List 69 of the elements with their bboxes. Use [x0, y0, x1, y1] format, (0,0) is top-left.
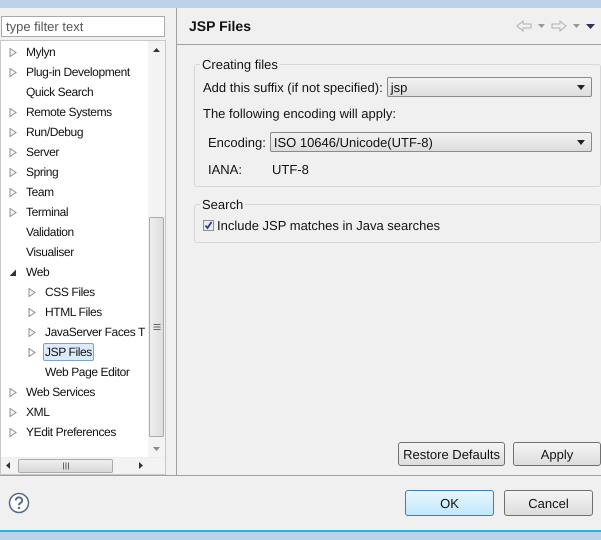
expand-arrow-icon[interactable]	[9, 108, 17, 116]
scroll-up-icon[interactable]	[153, 48, 160, 52]
filter-field[interactable]: type filter text	[1, 16, 165, 37]
scroll-left-icon[interactable]	[6, 462, 10, 469]
expand-arrow-icon[interactable]	[28, 328, 36, 336]
tree-item[interactable]: Spring	[24, 163, 60, 181]
grip-icon	[62, 462, 69, 470]
expand-arrow-icon[interactable]	[9, 188, 17, 196]
tree-item[interactable]: Web Services	[24, 383, 98, 401]
scroll-right-icon[interactable]	[139, 462, 143, 469]
tree-item[interactable]: XML	[24, 403, 52, 421]
dropdown-arrow-icon	[577, 84, 585, 90]
menu-arrow-icon[interactable]	[586, 24, 595, 28]
encoding-dropdown[interactable]: ISO 10646/Unicode(UTF-8)	[270, 132, 592, 152]
tree-item[interactable]: Remote Systems	[24, 103, 114, 121]
tree-item[interactable]: Run/Debug	[24, 123, 86, 141]
collapse-arrow-icon[interactable]	[9, 268, 17, 276]
horizontal-scrollbar[interactable]	[1, 457, 165, 474]
tree-item[interactable]: YEdit Preferences	[24, 423, 118, 441]
tree-item[interactable]: CSS Files	[43, 283, 97, 301]
expand-arrow-icon[interactable]	[28, 308, 36, 316]
expand-arrow-icon[interactable]	[9, 148, 17, 156]
expand-arrow-icon[interactable]	[9, 68, 17, 76]
group-title: Creating files	[201, 57, 279, 72]
tree-item[interactable]: Web Page Editor	[43, 363, 132, 381]
tree-item[interactable]: JavaServer Faces T	[43, 323, 147, 341]
dropdown-arrow-icon[interactable]	[538, 24, 545, 28]
tree-item[interactable]: Team	[24, 183, 56, 201]
expand-arrow-icon[interactable]	[9, 388, 17, 396]
group-title: Search	[201, 197, 244, 212]
vertical-scrollbar[interactable]	[148, 41, 165, 457]
encoding-note: The following encoding will apply:	[203, 106, 396, 120]
apply-button[interactable]: Apply	[513, 442, 601, 466]
iana-value: UTF-8	[272, 162, 309, 176]
suffix-dropdown[interactable]: jsp	[386, 77, 592, 97]
forward-arrow-icon[interactable]	[551, 20, 567, 32]
cancel-button[interactable]: Cancel	[504, 490, 593, 516]
suffix-label: Add this suffix (if not specified):	[203, 80, 383, 94]
page-title: JSP Files	[189, 18, 252, 34]
checkbox[interactable]	[203, 220, 214, 230]
tree-item[interactable]: Mylyn	[24, 43, 58, 61]
expand-arrow-icon[interactable]	[9, 428, 17, 436]
tree-item[interactable]: Quick Search	[24, 83, 96, 101]
tree-item[interactable]: Terminal	[24, 203, 70, 221]
tree-item[interactable]: JSP Files	[43, 343, 94, 361]
tree-item[interactable]: HTML Files	[43, 303, 104, 321]
tree-item[interactable]: Web	[24, 263, 52, 281]
expand-arrow-icon[interactable]	[9, 48, 17, 56]
expand-arrow-icon[interactable]	[9, 408, 17, 416]
iana-label: IANA:	[208, 162, 243, 176]
expand-arrow-icon[interactable]	[9, 128, 17, 136]
tree-item[interactable]: Server	[24, 143, 61, 161]
tree-item[interactable]: Visualiser	[24, 243, 76, 261]
expand-arrow-icon[interactable]	[9, 168, 17, 176]
tree-item[interactable]: Plug-in Development	[24, 63, 132, 81]
help-icon[interactable]	[8, 492, 30, 514]
encoding-label: Encoding:	[208, 134, 266, 150]
expand-arrow-icon[interactable]	[28, 288, 36, 296]
expand-arrow-icon[interactable]	[9, 208, 17, 216]
checkbox-label[interactable]: Include JSP matches in Java searches	[217, 218, 440, 232]
ok-button[interactable]: OK	[405, 490, 494, 516]
tree-item[interactable]: Validation	[24, 223, 76, 241]
restore-defaults-button[interactable]: Restore Defaults	[398, 442, 505, 466]
grip-icon	[153, 324, 160, 330]
dropdown-arrow-icon	[577, 140, 585, 144]
expand-arrow-icon[interactable]	[28, 348, 36, 356]
back-arrow-icon[interactable]	[516, 20, 532, 32]
dropdown-arrow-icon[interactable]	[573, 24, 580, 28]
scroll-down-icon[interactable]	[153, 447, 160, 451]
